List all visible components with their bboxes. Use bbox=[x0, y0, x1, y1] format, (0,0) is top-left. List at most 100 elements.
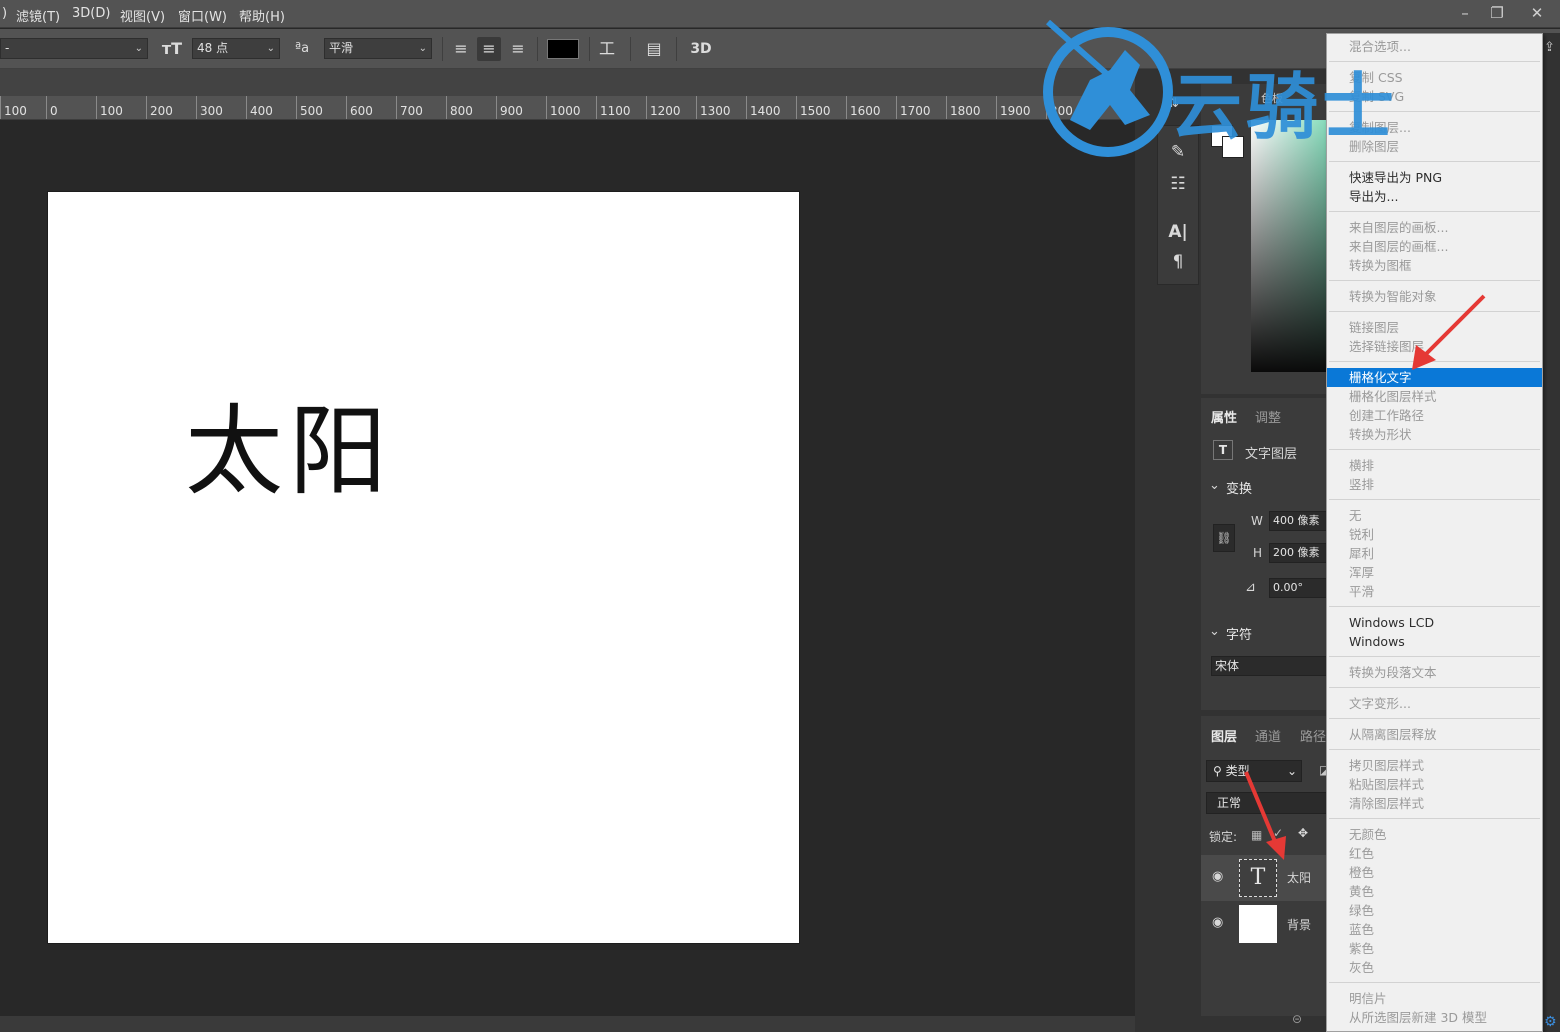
context-menu-item[interactable]: 文字变形... bbox=[1327, 694, 1542, 713]
height-input[interactable]: 200 像素 bbox=[1269, 543, 1331, 563]
context-menu-item[interactable]: 平滑 bbox=[1327, 582, 1542, 601]
menu-fragment: ) bbox=[2, 6, 8, 21]
properties-panel: 属性 调整 T 文字图层 ⌄ 变换 ⛓ W 400 像素 H 200 像素 ⊿ … bbox=[1201, 398, 1331, 710]
context-menu-item[interactable]: 明信片 bbox=[1327, 989, 1542, 1008]
context-menu-item[interactable]: 导出为... bbox=[1327, 187, 1542, 206]
close-icon[interactable]: ✕ bbox=[1522, 2, 1552, 24]
tab-paths[interactable]: 路径 bbox=[1300, 726, 1326, 745]
tab-layers[interactable]: 图层 bbox=[1211, 726, 1237, 745]
context-menu-item[interactable]: 从隔离图层释放 bbox=[1327, 725, 1542, 744]
character-header[interactable]: 字符 bbox=[1226, 624, 1252, 643]
menu-filter[interactable]: 滤镜(T) bbox=[16, 6, 60, 25]
tab-channels[interactable]: 通道 bbox=[1255, 726, 1281, 745]
3d-button[interactable]: 3D bbox=[688, 37, 714, 61]
ruler-tick bbox=[646, 96, 647, 119]
context-menu-item[interactable]: 从所选图层新建 3D 模型 bbox=[1327, 1008, 1542, 1027]
character-panel-icon[interactable]: ▤ bbox=[642, 37, 666, 61]
search-icon: ⚲ bbox=[1213, 764, 1226, 778]
divider bbox=[442, 37, 443, 61]
paragraph-icon[interactable]: ¶ bbox=[1158, 248, 1198, 276]
layer-name[interactable]: 背景 bbox=[1287, 916, 1311, 933]
context-menu-item[interactable]: 竖排 bbox=[1327, 475, 1542, 494]
chevron-down-icon: ⌄ bbox=[418, 43, 427, 54]
share-icon[interactable]: ⇪ bbox=[1544, 40, 1555, 55]
menu-help[interactable]: 帮助(H) bbox=[239, 6, 285, 25]
context-menu-item[interactable]: Windows bbox=[1327, 632, 1542, 651]
document-text-layer[interactable]: 太阳 bbox=[185, 372, 393, 514]
layer-row-background[interactable]: ◉ 背景 bbox=[1201, 901, 1331, 947]
link-layers-icon[interactable]: ⊝ bbox=[1292, 1012, 1302, 1026]
align-left-icon[interactable]: ≡ bbox=[450, 37, 472, 61]
document-canvas[interactable] bbox=[48, 192, 799, 943]
font-size-select[interactable]: 48 点 ⌄ bbox=[192, 38, 280, 59]
warp-text-icon[interactable]: 工 bbox=[595, 37, 619, 61]
menu-view[interactable]: 视图(V) bbox=[120, 6, 165, 25]
eye-icon[interactable]: ◉ bbox=[1212, 869, 1226, 884]
antialias-select[interactable]: 平滑 ⌄ bbox=[324, 38, 432, 59]
context-menu-item[interactable]: 转换为图框 bbox=[1327, 256, 1542, 275]
background-layer-thumb bbox=[1239, 905, 1277, 943]
antialias-icon: ªa bbox=[294, 41, 310, 56]
layer-name[interactable]: 太阳 bbox=[1287, 869, 1311, 886]
width-input[interactable]: 400 像素 bbox=[1269, 511, 1331, 531]
chevron-down-icon: ⌄ bbox=[266, 43, 275, 54]
menu-separator bbox=[1329, 749, 1540, 750]
align-center-icon[interactable]: ≡ bbox=[477, 37, 501, 61]
context-menu-item[interactable]: 来自图层的画板... bbox=[1327, 218, 1542, 237]
adjust-sliders-icon[interactable]: ☷ bbox=[1158, 170, 1198, 198]
ruler-label: 1500 bbox=[800, 104, 831, 118]
context-menu-item[interactable]: 创建工作路径 bbox=[1327, 406, 1542, 425]
context-menu-item[interactable]: 黄色 bbox=[1327, 882, 1542, 901]
context-menu-item[interactable]: 快速导出为 PNG bbox=[1327, 168, 1542, 187]
context-menu-item[interactable]: 无 bbox=[1327, 506, 1542, 525]
context-menu-item[interactable]: 绿色 bbox=[1327, 901, 1542, 920]
settings-gear-icon[interactable]: ⚙ bbox=[1544, 1014, 1557, 1030]
eye-icon[interactable]: ◉ bbox=[1212, 915, 1226, 930]
transform-header[interactable]: 变换 bbox=[1226, 478, 1252, 497]
context-menu-item[interactable]: 栅格化图层样式 bbox=[1327, 387, 1542, 406]
tab-properties[interactable]: 属性 bbox=[1211, 407, 1237, 426]
ruler-tick bbox=[996, 96, 997, 119]
menu-separator bbox=[1329, 161, 1540, 162]
ruler-label: 1600 bbox=[850, 104, 881, 118]
ruler-label: 100 bbox=[4, 104, 27, 118]
context-menu-item[interactable]: 转换为形状 bbox=[1327, 425, 1542, 444]
chevron-down-icon[interactable]: ⌄ bbox=[1209, 478, 1220, 493]
chevron-down-icon[interactable]: ⌄ bbox=[1209, 624, 1220, 639]
context-menu-item[interactable]: 转换为段落文本 bbox=[1327, 663, 1542, 682]
angle-input[interactable]: 0.00° bbox=[1269, 578, 1331, 598]
lock-label: 锁定: bbox=[1209, 830, 1238, 844]
context-menu-item[interactable]: 粘贴图层样式 bbox=[1327, 775, 1542, 794]
ruler-tick bbox=[596, 96, 597, 119]
font-size-value: 48 点 bbox=[197, 41, 229, 55]
context-menu-item[interactable]: 红色 bbox=[1327, 844, 1542, 863]
context-menu-item[interactable]: 拷贝图层样式 bbox=[1327, 756, 1542, 775]
context-menu-item[interactable]: 无颜色 bbox=[1327, 825, 1542, 844]
font-family-select[interactable]: 宋体 bbox=[1211, 656, 1331, 676]
context-menu-item[interactable]: 蓝色 bbox=[1327, 920, 1542, 939]
menu-3d[interactable]: 3D(D) bbox=[72, 6, 110, 21]
ruler-tick bbox=[946, 96, 947, 119]
restore-icon[interactable]: ❐ bbox=[1482, 2, 1512, 24]
context-menu-item[interactable]: 犀利 bbox=[1327, 544, 1542, 563]
menu-separator bbox=[1329, 499, 1540, 500]
context-menu-item[interactable]: Windows LCD bbox=[1327, 613, 1542, 632]
align-right-icon[interactable]: ≡ bbox=[507, 37, 529, 61]
context-menu-item[interactable]: 锐利 bbox=[1327, 525, 1542, 544]
context-menu-item[interactable]: 浑厚 bbox=[1327, 563, 1542, 582]
horizontal-scrollbar[interactable] bbox=[0, 1016, 1135, 1032]
context-menu-item[interactable]: 橙色 bbox=[1327, 863, 1542, 882]
context-menu-item[interactable]: 紫色 bbox=[1327, 939, 1542, 958]
text-color-swatch[interactable] bbox=[547, 39, 579, 59]
character-icon[interactable]: A| bbox=[1158, 218, 1198, 246]
ruler-label: 1400 bbox=[750, 104, 781, 118]
context-menu-item[interactable]: 横排 bbox=[1327, 456, 1542, 475]
link-dimensions-icon[interactable]: ⛓ bbox=[1213, 524, 1235, 552]
context-menu-item[interactable]: 灰色 bbox=[1327, 958, 1542, 977]
menu-window[interactable]: 窗口(W) bbox=[178, 6, 227, 25]
font-style-select[interactable]: - ⌄ bbox=[0, 38, 148, 59]
tab-adjustments[interactable]: 调整 bbox=[1255, 407, 1281, 426]
context-menu-item[interactable]: 清除图层样式 bbox=[1327, 794, 1542, 813]
font-size-icon: ᴛT bbox=[161, 39, 183, 58]
context-menu-item[interactable]: 来自图层的画框... bbox=[1327, 237, 1542, 256]
